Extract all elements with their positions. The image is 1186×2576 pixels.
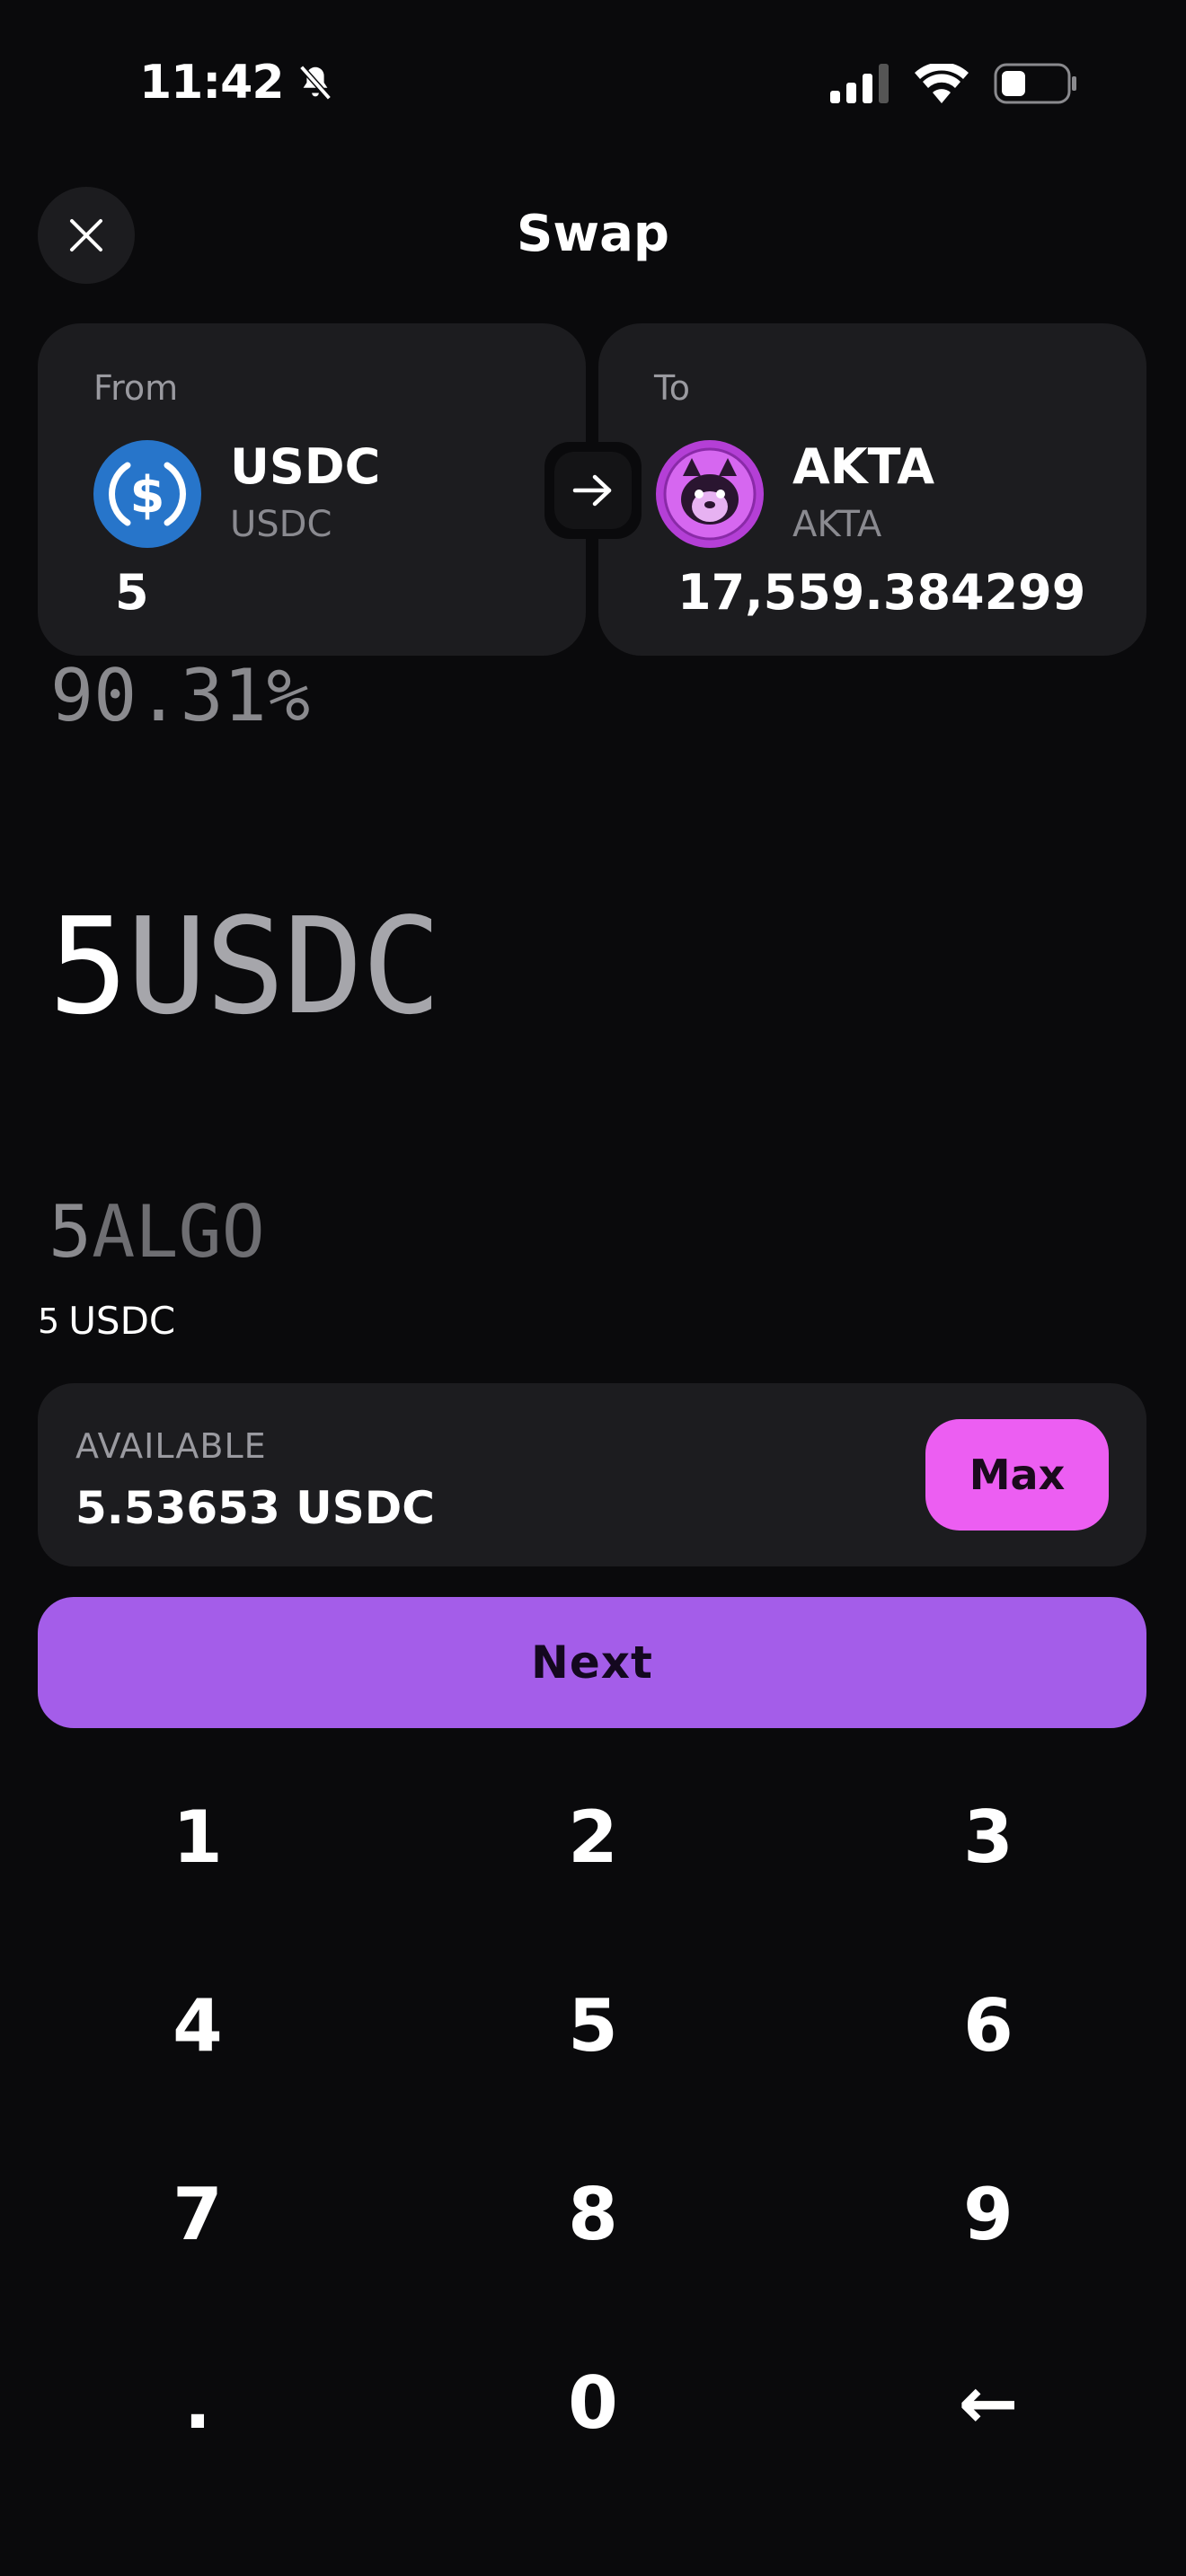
- from-token-card[interactable]: From $ USDC USDC 5: [38, 323, 586, 656]
- to-token-ticker: AKTA: [792, 504, 882, 545]
- backspace-key[interactable]: ←: [791, 2308, 1186, 2497]
- signal-icon: [830, 64, 889, 103]
- battery-icon: [994, 63, 1076, 104]
- alt-amount-display: 5ALGO: [49, 1190, 265, 1274]
- numeric-keypad: 1 2 3 4 5 6 7 8 9 . 0 ←: [0, 1742, 1186, 2497]
- max-button[interactable]: Max: [925, 1419, 1109, 1531]
- available-label: AVAILABLE: [75, 1426, 267, 1466]
- from-token-ticker: USDC: [230, 504, 332, 545]
- from-token-name: USDC: [230, 438, 381, 495]
- swap-direction-button[interactable]: [544, 442, 642, 539]
- status-icons: [830, 63, 1078, 104]
- available-value: 5.53653 USDC: [75, 1482, 435, 1534]
- percent-display: 90.31%: [50, 654, 310, 737]
- to-amount: 17,559.384299: [677, 564, 1086, 621]
- key-decimal[interactable]: .: [0, 2308, 395, 2497]
- to-token-card[interactable]: To AKTA AKTA 17,559.384299: [598, 323, 1146, 656]
- next-button[interactable]: Next: [38, 1597, 1146, 1728]
- bell-muted-icon: [298, 65, 332, 101]
- key-2[interactable]: 2: [395, 1742, 791, 1931]
- status-time: 11:42: [139, 56, 336, 110]
- key-6[interactable]: 6: [791, 1931, 1186, 2120]
- page-title: Swap: [517, 205, 669, 263]
- svg-text:$: $: [130, 466, 165, 525]
- amount-summary: 5 USDC: [38, 1299, 176, 1343]
- from-label: From: [93, 368, 179, 408]
- key-0[interactable]: 0: [395, 2308, 791, 2497]
- arrow-right-icon: [572, 474, 612, 507]
- amount-display: 5USDC: [49, 889, 442, 1044]
- key-5[interactable]: 5: [395, 1931, 791, 2120]
- key-3[interactable]: 3: [791, 1742, 1186, 1931]
- to-token-name: AKTA: [792, 438, 935, 495]
- key-9[interactable]: 9: [791, 2120, 1186, 2308]
- key-4[interactable]: 4: [0, 1931, 395, 2120]
- akta-logo-icon: [656, 440, 764, 548]
- available-balance-card: AVAILABLE 5.53653 USDC Max: [38, 1383, 1146, 1566]
- key-8[interactable]: 8: [395, 2120, 791, 2308]
- wifi-icon: [915, 64, 969, 103]
- key-1[interactable]: 1: [0, 1742, 395, 1931]
- from-amount: 5: [115, 564, 149, 621]
- usdc-logo-icon: $: [93, 440, 201, 548]
- to-token-selector[interactable]: AKTA AKTA: [656, 440, 934, 548]
- key-7[interactable]: 7: [0, 2120, 395, 2308]
- from-token-selector[interactable]: $ USDC USDC: [93, 440, 380, 548]
- to-label: To: [654, 368, 691, 408]
